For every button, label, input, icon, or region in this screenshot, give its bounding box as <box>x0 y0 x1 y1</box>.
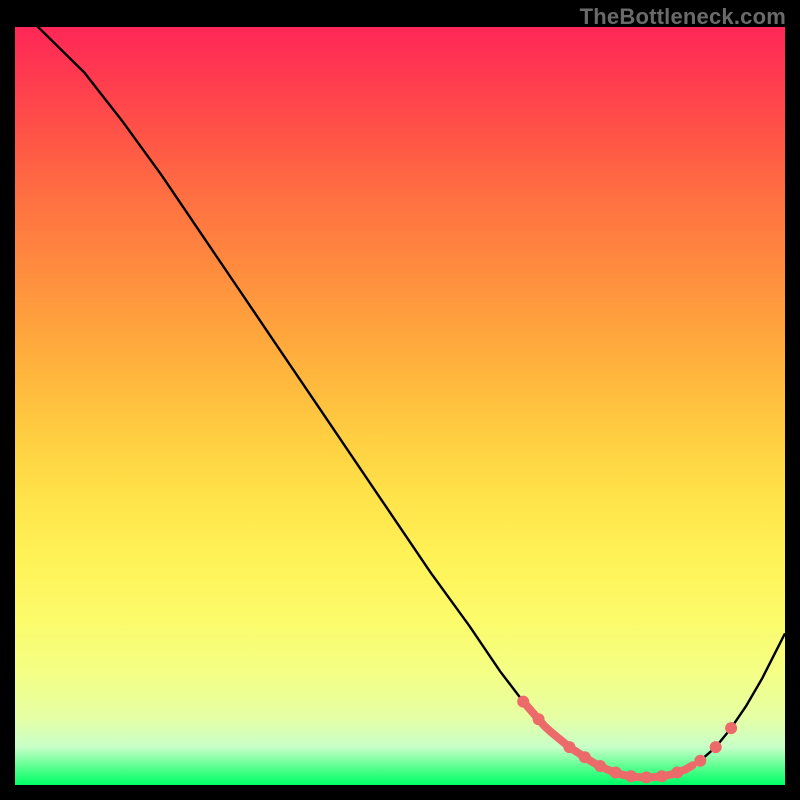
bottleneck-curve <box>15 27 785 777</box>
curve-svg <box>15 27 785 785</box>
highlight-markers <box>517 696 737 784</box>
chart-container: TheBottleneck.com <box>0 0 800 800</box>
plot-area <box>15 27 785 785</box>
